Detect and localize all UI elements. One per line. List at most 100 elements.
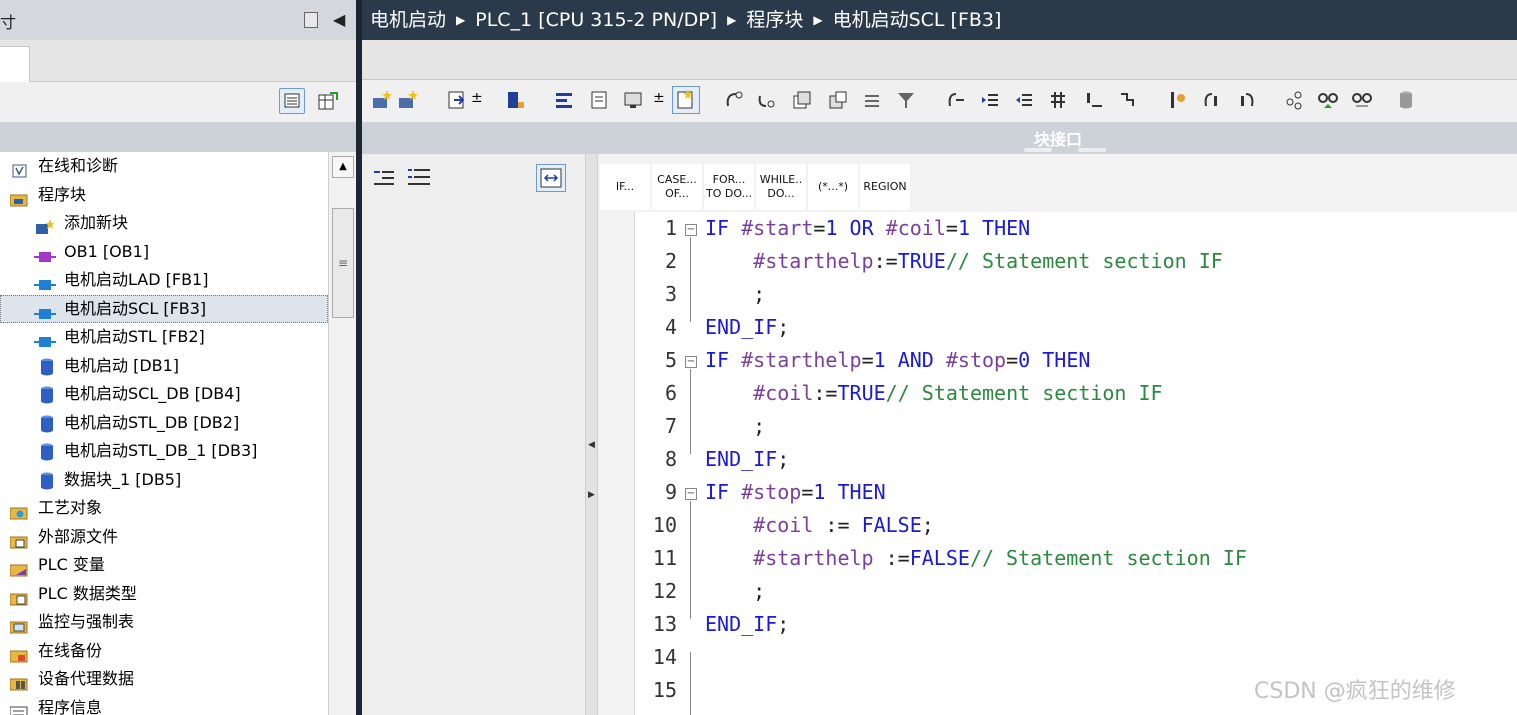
code-line[interactable]: IF #starthelp=1 AND #stop=0 THEN (705, 348, 1090, 372)
indent-comment-icon[interactable] (946, 90, 966, 110)
tree-item-fb1[interactable]: 电机启动LAD [FB1] (0, 266, 328, 294)
tree-item-db3[interactable]: 电机启动STL_DB_1 [DB3] (0, 437, 328, 465)
instr-region-button[interactable]: REGION (860, 164, 910, 210)
tree-item-plc-datatypes[interactable]: PLC 数据类型 (0, 580, 328, 608)
code-line[interactable]: END_IF; (705, 315, 789, 339)
tree-item-technology-objects[interactable]: 工艺对象 (0, 494, 328, 522)
tree-item-db4[interactable]: 电机启动SCL_DB [DB4] (0, 380, 328, 408)
lines-icon[interactable] (862, 90, 882, 110)
code-line[interactable]: #coil:=TRUE// Statement section IF (705, 381, 1162, 405)
toggle-comment-icon[interactable] (724, 90, 744, 110)
breadcrumb-item-block[interactable]: 电机启动SCL [FB3] (833, 9, 1002, 31)
instr-label: WHILE.. (759, 173, 803, 186)
interface-expand-icon[interactable] (1078, 148, 1106, 152)
collapse-left-arrow-icon[interactable]: ◀ (588, 440, 595, 450)
indent-list-icon[interactable] (372, 168, 396, 188)
code-line[interactable]: #starthelp:=TRUE// Statement section IF (705, 249, 1223, 273)
goto-line-icon[interactable] (756, 90, 776, 110)
tree-item-plc-tags[interactable]: PLC 变量 (0, 551, 328, 579)
editor-panel-splitter[interactable]: ◀ ▶ (586, 154, 598, 715)
fold-collapse-icon[interactable]: − (685, 224, 697, 236)
scrollbar-thumb[interactable]: ≡ (332, 208, 354, 318)
tree-item-fb2[interactable]: 电机启动STL [FB2] (0, 323, 328, 351)
pin-pane-icon[interactable] (304, 12, 318, 28)
interface-grip-icon[interactable] (1024, 148, 1052, 152)
scroll-up-arrow-icon[interactable]: ▲ (332, 156, 354, 178)
tree-item-add-block[interactable]: 添加新块 (0, 209, 328, 237)
code-line[interactable]: #coil := FALSE; (705, 513, 934, 537)
properties-button[interactable] (316, 90, 340, 114)
tree-item-device-proxy[interactable]: 设备代理数据 (0, 665, 328, 693)
code-line[interactable]: IF #start=1 OR #coil=1 THEN (705, 216, 1030, 240)
instr-label-2: TO DO... (705, 187, 753, 200)
tree-item-external-sources[interactable]: 外部源文件 (0, 523, 328, 551)
breadcrumb-item-project[interactable]: 电机启动 (370, 9, 446, 31)
code-line[interactable]: IF #stop=1 THEN (705, 480, 886, 504)
code-line[interactable]: ; (705, 579, 765, 603)
fold-collapse-icon[interactable]: − (685, 356, 697, 368)
step-icon[interactable] (1118, 90, 1138, 110)
insert-network-2-icon[interactable] (398, 90, 418, 110)
list-view-icon (284, 93, 300, 108)
insert-network-icon[interactable] (372, 90, 392, 110)
numbered-list-icon[interactable] (406, 166, 432, 188)
tree-item-db5[interactable]: 数据块_1 [DB5] (0, 466, 328, 494)
line-number: 6 (664, 381, 677, 405)
block-call-icon[interactable] (506, 90, 526, 110)
paste-icon[interactable] (828, 90, 848, 110)
project-tree-tab[interactable] (0, 46, 30, 82)
go-to-icon[interactable] (448, 90, 468, 110)
instr-for-button[interactable]: FOR... TO DO... (704, 164, 754, 210)
instr-case-button[interactable]: CASE... OF... (652, 164, 702, 210)
fit-width-button[interactable] (536, 164, 566, 192)
tree-item-db2[interactable]: 电机启动STL_DB [DB2] (0, 409, 328, 437)
overview-view-button[interactable] (279, 88, 305, 114)
expand-right-arrow-icon[interactable]: ▶ (588, 490, 595, 500)
glasses-off-icon[interactable] (1352, 90, 1372, 110)
dropdown-arrow-icon[interactable]: ± (653, 90, 665, 106)
network-icon[interactable] (1284, 90, 1304, 110)
code-line[interactable]: ; (705, 282, 765, 306)
copy-icon[interactable] (792, 90, 812, 110)
code-line[interactable]: END_IF; (705, 447, 789, 471)
grid-icon[interactable] (1048, 90, 1068, 110)
code-line[interactable]: END_IF; (705, 612, 789, 636)
decrease-indent-icon[interactable] (1014, 90, 1034, 110)
instr-if-button[interactable]: IF... (600, 164, 650, 210)
list-icon[interactable] (590, 90, 610, 110)
dropdown-arrow-icon[interactable]: ± (471, 90, 483, 106)
breakpoint-icon[interactable] (1168, 90, 1188, 110)
insert-line-icon[interactable] (1084, 90, 1104, 110)
tree-item-watch-tables[interactable]: 监控与强制表 (0, 608, 328, 636)
tree-item-online-diagnostics[interactable]: 在线和诊断 (0, 152, 328, 180)
tree-item-program-blocks[interactable]: 程序块 (0, 181, 328, 209)
increase-indent-icon[interactable] (980, 90, 1000, 110)
block-interface-label: 块接口 (1034, 130, 1083, 149)
favorites-toggle-button[interactable] (672, 86, 700, 114)
project-tree-scrollbar[interactable]: ▲ ≡ (328, 152, 356, 715)
code-line[interactable]: ; (705, 414, 765, 438)
block-interface-bar[interactable]: 块接口 (362, 122, 1517, 154)
instr-while-button[interactable]: WHILE.. DO... (756, 164, 806, 210)
tree-item-ob1[interactable]: OB1 [OB1] (0, 238, 328, 266)
collapse-pane-icon[interactable]: ◀ (333, 10, 345, 29)
instr-label: (*...*) (817, 180, 849, 193)
fold-collapse-icon[interactable]: − (685, 488, 697, 500)
tree-item-db1[interactable]: 电机启动 [DB1] (0, 352, 328, 380)
breadcrumb-item-program-blocks[interactable]: 程序块 (746, 9, 803, 31)
code-line[interactable]: #starthelp :=FALSE// Statement section I… (705, 546, 1247, 570)
instr-comment-button[interactable]: (*...*) (808, 164, 858, 210)
tree-item-online-backup[interactable]: 在线备份 (0, 637, 328, 665)
tree-item-fb3-selected[interactable]: 电机启动SCL [FB3] (0, 295, 328, 323)
align-left-icon[interactable] (554, 90, 574, 110)
code-area[interactable]: 1 2 3 4 5 6 7 8 9 10 11 12 13 14 15 − − (634, 212, 1517, 715)
tree-item-program-info[interactable]: 程序信息 (0, 694, 328, 715)
database-icon[interactable] (1398, 90, 1418, 110)
breadcrumb-item-plc[interactable]: PLC_1 [CPU 315-2 PN/DP] (475, 9, 717, 31)
filter-icon[interactable] (896, 90, 916, 110)
line-number: 9 (664, 480, 677, 504)
step-over-icon[interactable] (1202, 90, 1222, 110)
step-out-icon[interactable] (1236, 90, 1256, 110)
monitor-icon[interactable] (624, 90, 644, 110)
glasses-icon[interactable] (1318, 90, 1338, 110)
